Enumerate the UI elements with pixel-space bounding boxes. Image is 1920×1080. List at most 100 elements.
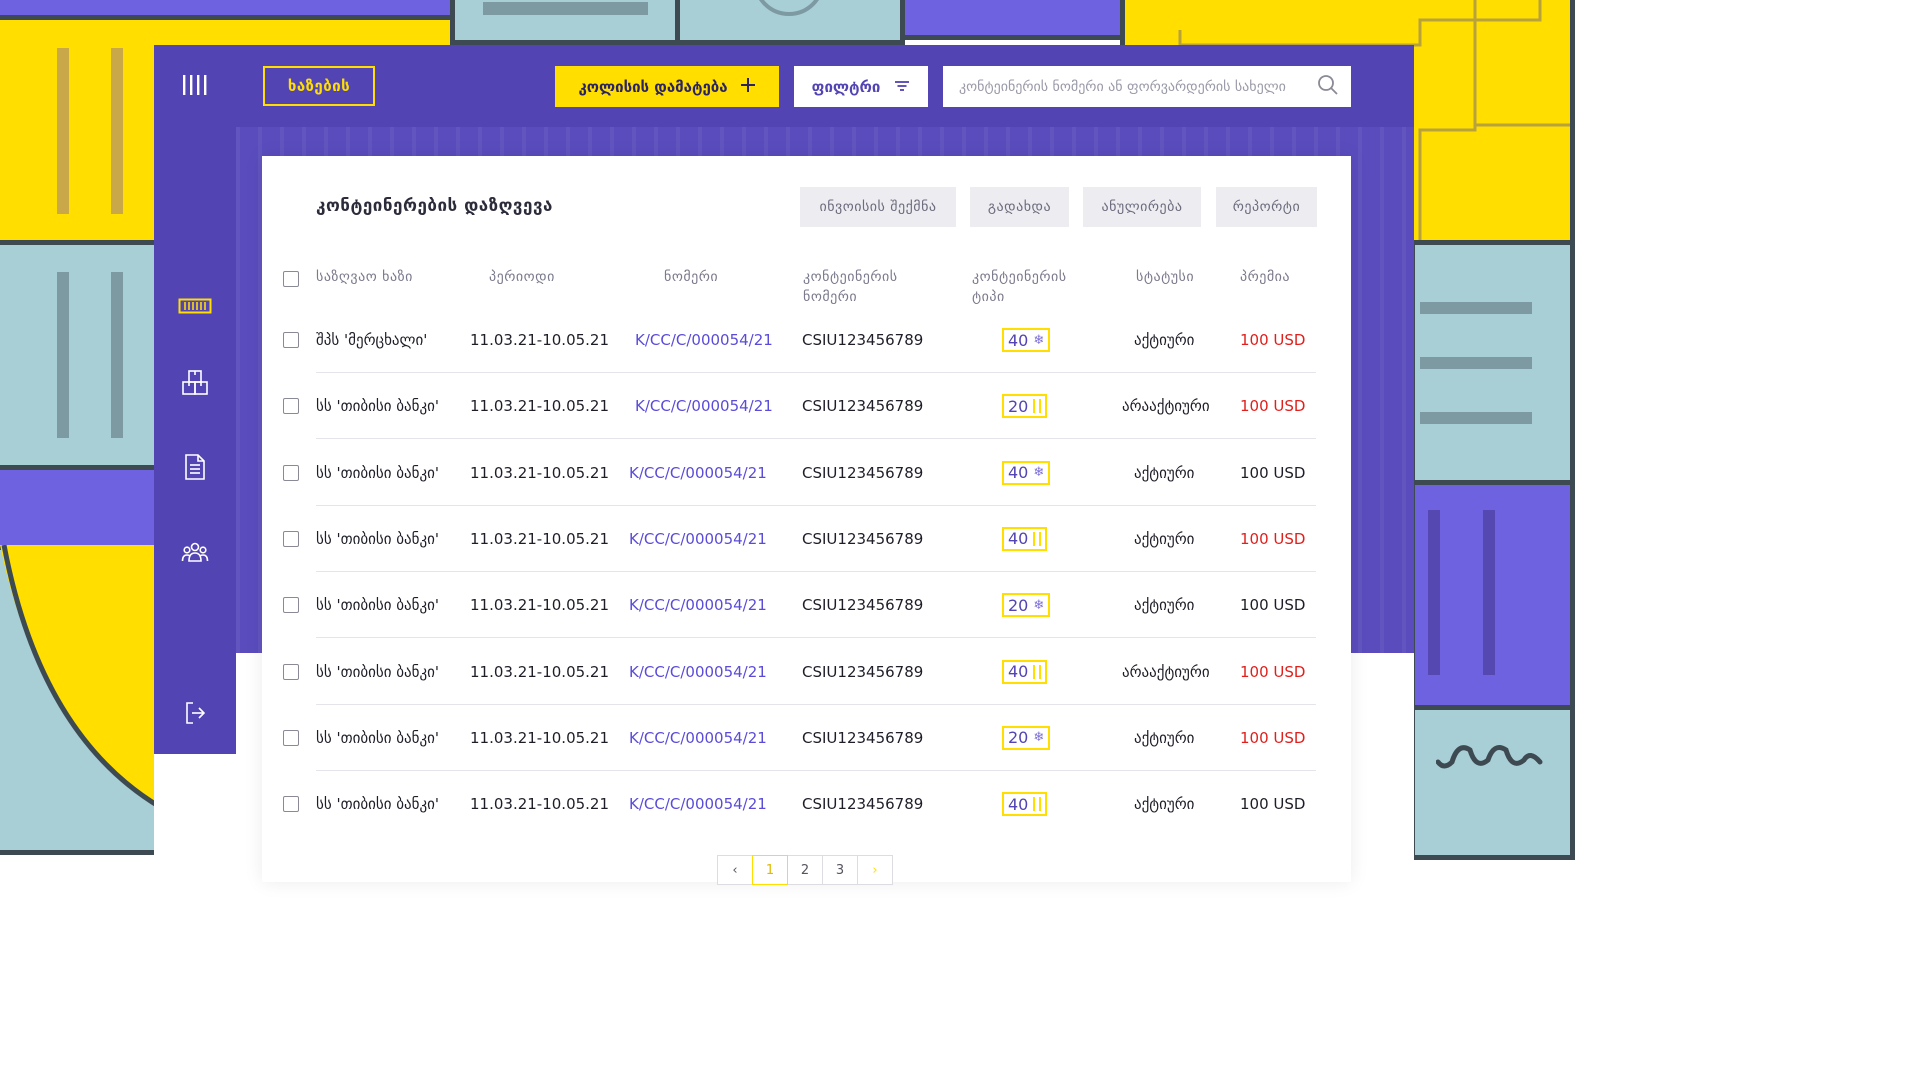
- container-size: 40: [1008, 330, 1029, 350]
- add-policy-button[interactable]: კოლისის დამატება: [555, 66, 779, 107]
- page-button-1[interactable]: 1: [752, 855, 788, 885]
- payment-button[interactable]: გადახდა: [970, 187, 1069, 227]
- create-invoice-label: ინვოისის შექმნა: [819, 199, 937, 215]
- bases-button-label: ხაზების: [287, 77, 351, 95]
- dry-container-icon: [1033, 797, 1042, 812]
- cell-insurer: სს 'თიბისი ბანკი': [316, 529, 439, 548]
- cell-period: 11.03.21-10.05.21: [470, 795, 610, 814]
- cell-container-number: CSIU123456789: [802, 596, 924, 615]
- column-header-status[interactable]: სტატუსი: [1136, 267, 1194, 287]
- snowflake-icon: ❄: [1033, 730, 1045, 746]
- bases-button[interactable]: ხაზების: [263, 66, 375, 106]
- cell-period: 11.03.21-10.05.21: [470, 529, 610, 548]
- container-type-badge: 40: [1002, 792, 1048, 817]
- column-header-period[interactable]: პერიოდი: [489, 267, 555, 287]
- snowflake-icon: ❄: [1033, 332, 1045, 348]
- table-row[interactable]: სს 'თიბისი ბანკი' 11.03.21-10.05.21 K/CC/C…: [262, 572, 1351, 639]
- cell-container-number: CSIU123456789: [802, 662, 924, 681]
- column-header-number[interactable]: ნომერი: [664, 267, 718, 287]
- column-header-container-type[interactable]: კონტეინერის ტიპი: [972, 267, 1092, 307]
- cell-insurer: სს 'თიბისი ბანკი': [316, 795, 439, 814]
- containers-card: კონტეინერების დაზღვევა ინვოისის შექმნა გ…: [262, 156, 1351, 885]
- status-text: აქტიური: [1134, 331, 1195, 349]
- document-icon[interactable]: [154, 451, 236, 483]
- cell-premium: 100 USD: [1240, 397, 1306, 416]
- report-button[interactable]: რეპორტი: [1216, 187, 1317, 227]
- table-row[interactable]: სს 'თიბისი ბანკი' 11.03.21-10.05.21 K/CC/C…: [262, 373, 1351, 440]
- search-box: [943, 66, 1351, 107]
- search-icon[interactable]: [1317, 74, 1339, 100]
- container-type-badge: 20 ❄: [1002, 725, 1051, 750]
- page-button-3[interactable]: 3: [822, 855, 858, 885]
- policy-number-link[interactable]: K/CC/C/000054/21: [629, 771, 767, 837]
- policy-number-link[interactable]: K/CC/C/000054/21: [629, 572, 767, 638]
- row-checkbox[interactable]: [283, 729, 299, 746]
- cell-container-type: 40: [1002, 771, 1048, 837]
- policy-number-link[interactable]: K/CC/C/000054/21: [629, 440, 767, 506]
- cell-insurer: სს 'თიბისი ბანკი': [316, 596, 439, 615]
- cell-premium: 100 USD: [1240, 596, 1306, 615]
- add-policy-label: კოლისის დამატება: [578, 77, 728, 96]
- dry-container-icon: [1033, 531, 1042, 546]
- table-row[interactable]: სს 'თიბისი ბანკი' 11.03.21-10.05.21 K/CC/C…: [262, 705, 1351, 771]
- cell-insurer: სს 'თიბისი ბანკი': [316, 397, 439, 416]
- row-checkbox[interactable]: [283, 597, 299, 614]
- dry-container-icon: [1033, 399, 1042, 414]
- prev-page-button[interactable]: ‹: [717, 855, 753, 885]
- users-icon[interactable]: [154, 537, 236, 567]
- container-size: 20: [1008, 728, 1029, 748]
- plus-icon: [740, 77, 756, 97]
- cell-container-type: 40 ❄: [1002, 307, 1051, 373]
- sidebar: [154, 45, 236, 754]
- container-icon[interactable]: [154, 295, 236, 317]
- search-input[interactable]: [957, 77, 1317, 96]
- cell-container-number: CSIU123456789: [802, 397, 924, 416]
- next-page-button[interactable]: ›: [857, 855, 893, 885]
- status-text: აქტიური: [1134, 463, 1195, 482]
- boxes-icon[interactable]: [154, 367, 236, 399]
- status-text: აქტიური: [1134, 728, 1195, 747]
- cell-container-number: CSIU123456789: [802, 331, 924, 349]
- policy-number-link[interactable]: K/CC/C/000054/21: [629, 506, 767, 572]
- page-button-2[interactable]: 2: [787, 855, 823, 885]
- filter-button[interactable]: ფილტრი: [794, 66, 928, 107]
- status-text: აქტიური: [1134, 529, 1195, 548]
- cell-container-number: CSIU123456789: [802, 795, 924, 814]
- container-size: 40: [1008, 529, 1029, 549]
- policy-number-link[interactable]: K/CC/C/000054/21: [635, 373, 773, 439]
- container-type-badge: 40: [1002, 659, 1048, 684]
- table-row[interactable]: სს 'თიბისი ბანკი' 11.03.21-10.05.21 K/CC/C…: [262, 506, 1351, 572]
- menu-bars-icon[interactable]: [154, 71, 236, 99]
- container-type-badge: 40 ❄: [1002, 460, 1051, 485]
- container-size: 20: [1008, 396, 1029, 416]
- logout-icon[interactable]: [154, 699, 236, 727]
- cell-insurer: სს 'თიბისი ბანკი': [316, 662, 439, 681]
- row-checkbox[interactable]: [283, 663, 299, 680]
- column-header-container-number[interactable]: კონტეინერის ნომერი: [803, 267, 933, 307]
- row-checkbox[interactable]: [283, 530, 299, 547]
- row-checkbox[interactable]: [283, 398, 299, 415]
- cancel-label: ანულირება: [1101, 199, 1183, 215]
- row-checkbox[interactable]: [283, 464, 299, 481]
- policy-number-link[interactable]: K/CC/C/000054/21: [629, 639, 767, 705]
- table-row[interactable]: სს 'თიბისი ბანკი' 11.03.21-10.05.21 K/CC/C…: [262, 440, 1351, 506]
- policy-number-link[interactable]: K/CC/C/000054/21: [635, 307, 773, 373]
- row-checkbox[interactable]: [283, 796, 299, 813]
- container-size: 40: [1008, 662, 1029, 681]
- pagination: ‹ 1 2 3 ›: [717, 855, 893, 885]
- snowflake-icon: ❄: [1033, 465, 1045, 481]
- table-row[interactable]: შპს 'მერცხალი' 11.03.21-10.05.21 K/CC/C/00…: [262, 307, 1351, 373]
- cell-period: 11.03.21-10.05.21: [470, 596, 610, 615]
- column-header-premium[interactable]: პრემია: [1240, 267, 1290, 287]
- cell-premium: 100 USD: [1240, 662, 1306, 681]
- table-row[interactable]: სს 'თიბისი ბანკი' 11.03.21-10.05.21 K/CC/C…: [262, 639, 1351, 705]
- cancel-button[interactable]: ანულირება: [1083, 187, 1201, 227]
- create-invoice-button[interactable]: ინვოისის შექმნა: [800, 187, 956, 227]
- column-header-insurer[interactable]: საზღვაო ხაზი: [316, 267, 413, 287]
- table-row[interactable]: სს 'თიბისი ბანკი' 11.03.21-10.05.21 K/CC/C…: [262, 771, 1351, 837]
- container-type-badge: 40: [1002, 526, 1048, 551]
- select-all-checkbox[interactable]: [283, 271, 299, 287]
- row-checkbox[interactable]: [283, 332, 299, 348]
- policy-number-link[interactable]: K/CC/C/000054/21: [629, 705, 767, 771]
- cell-container-number: CSIU123456789: [802, 529, 924, 548]
